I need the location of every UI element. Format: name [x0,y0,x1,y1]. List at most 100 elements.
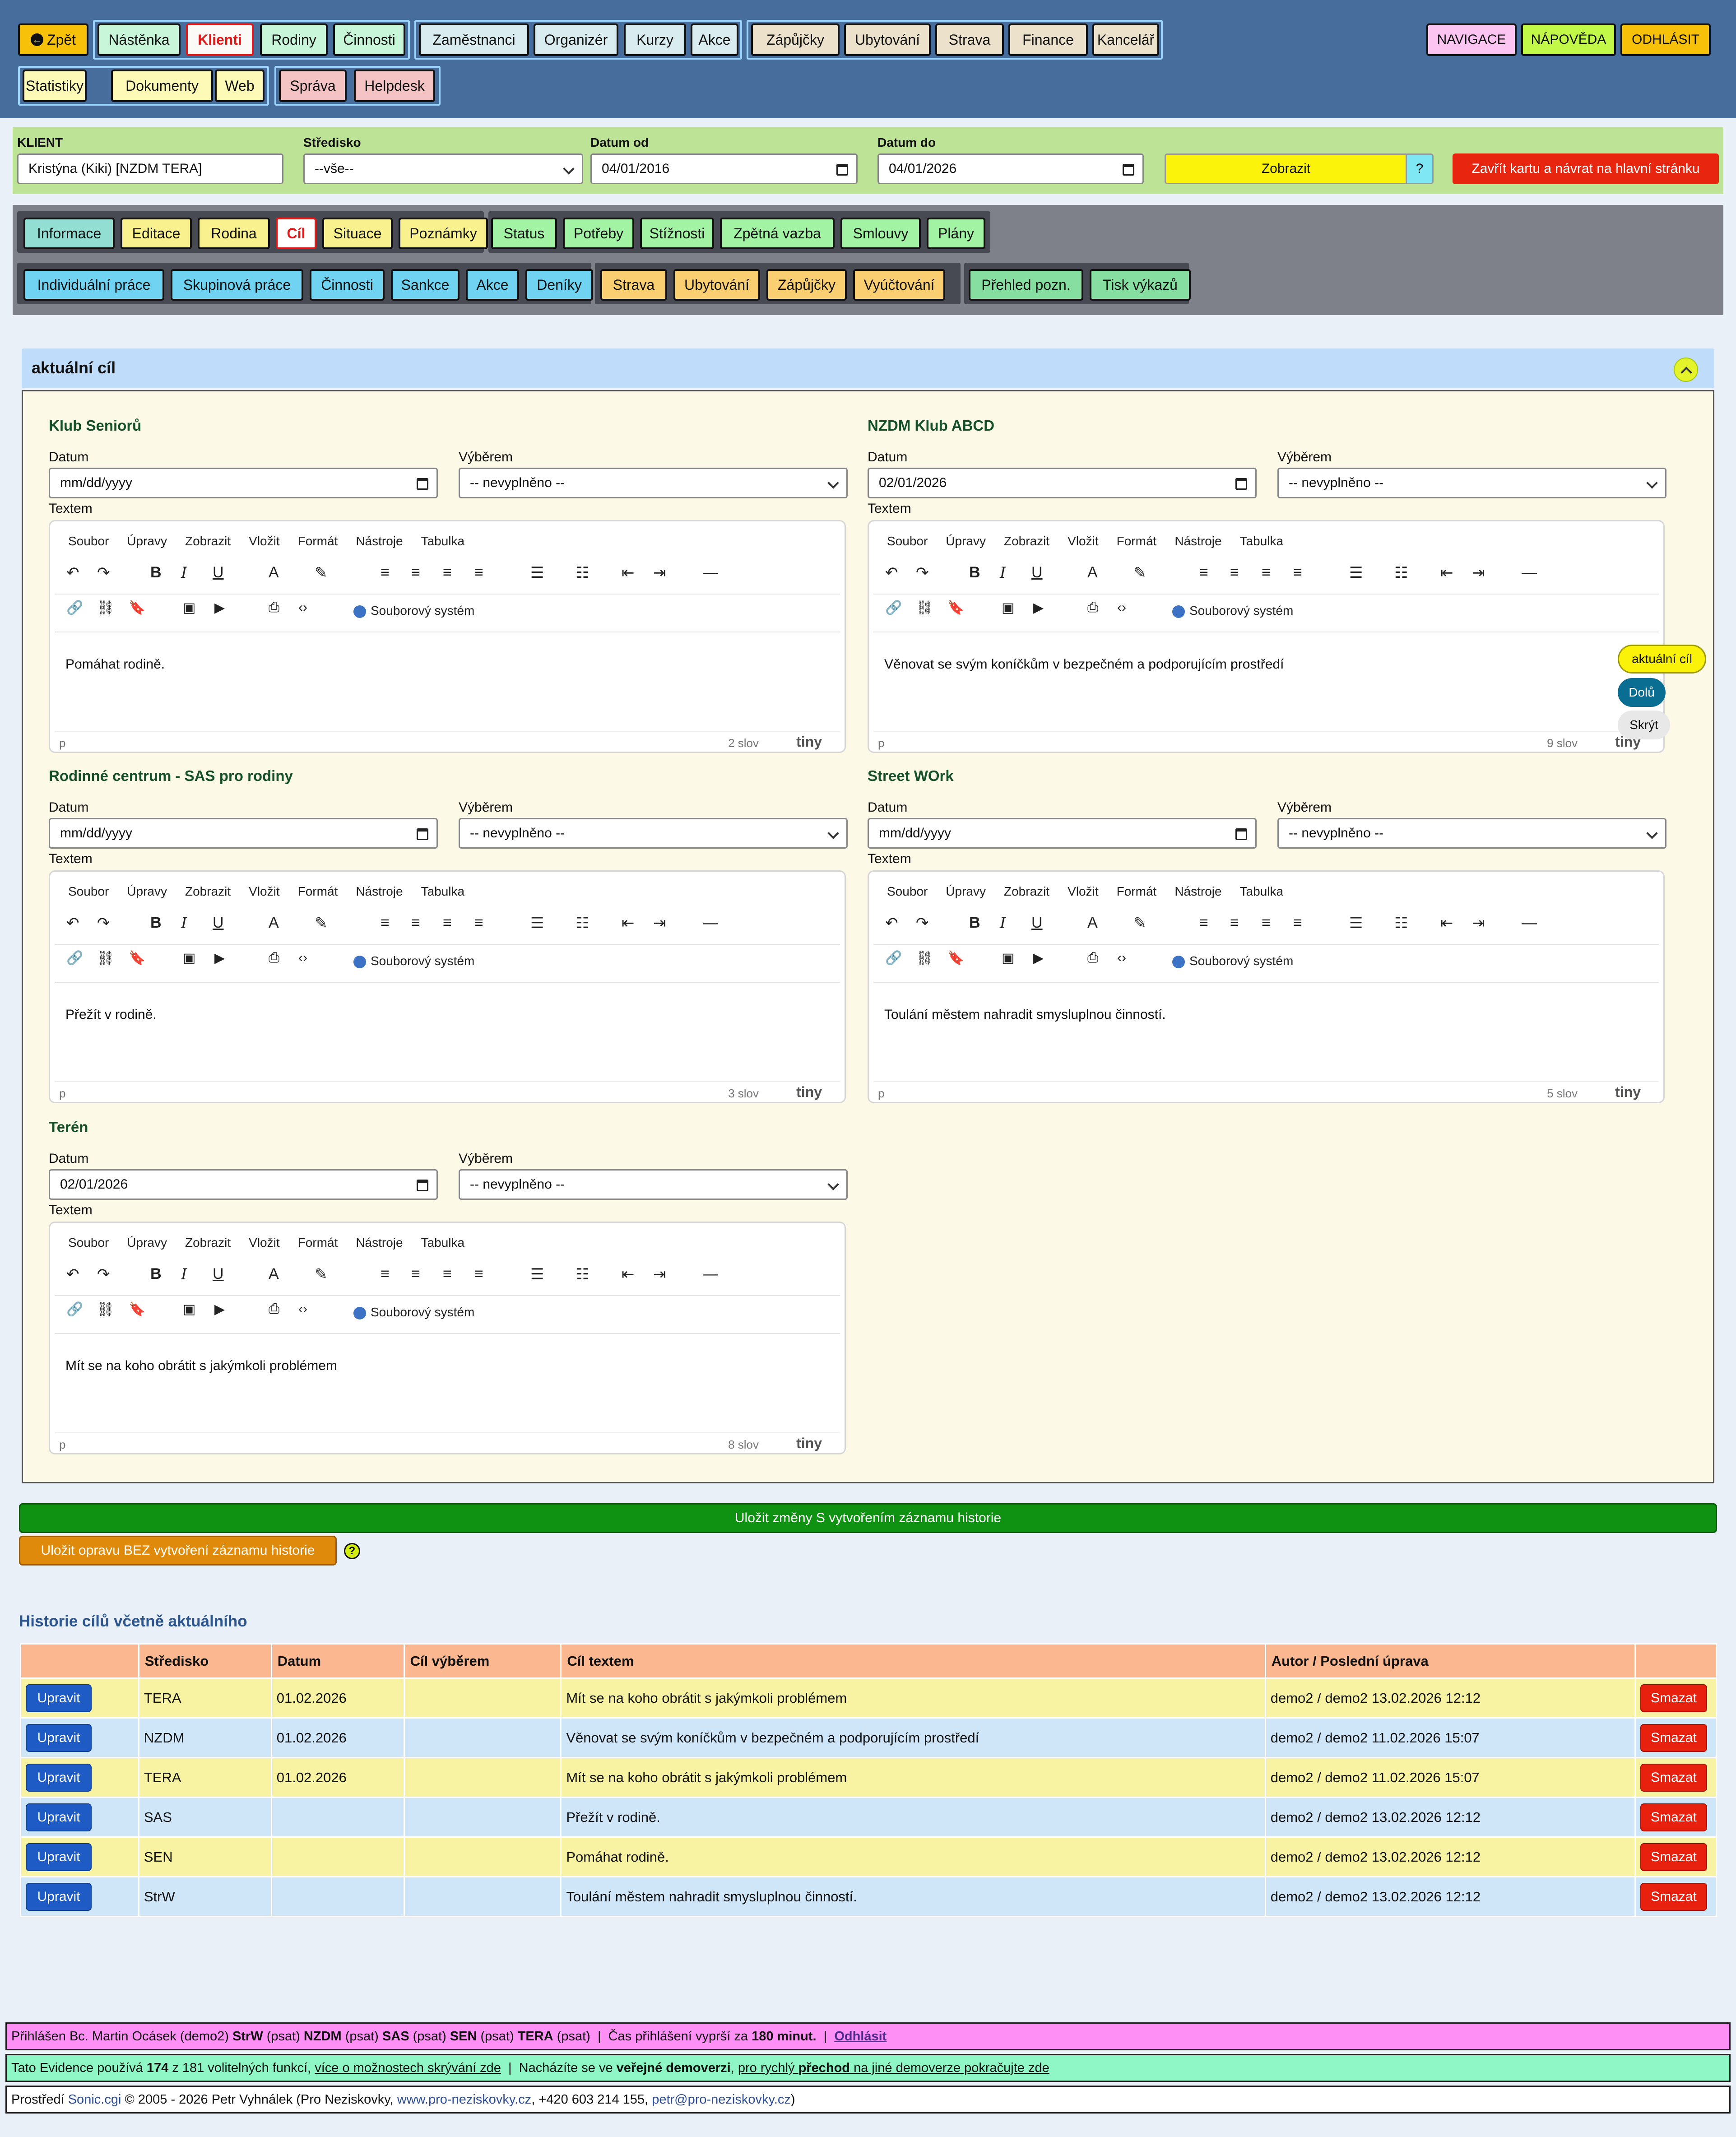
media-icon[interactable]: ▶ [1033,950,1044,966]
nav-web-button[interactable]: Web [215,70,265,102]
menu-vlozit[interactable]: Vložit [249,884,279,898]
bold-icon[interactable]: B [969,914,980,932]
menu-tabulka[interactable]: Tabulka [1240,534,1284,548]
goal-select[interactable]: -- nevyplněno -- [459,1169,848,1200]
menu-tabulka[interactable]: Tabulka [421,534,465,548]
menu-zobrazit[interactable]: Zobrazit [185,1236,231,1250]
redo-icon[interactable]: ↷ [97,564,110,582]
demo-switch-link[interactable]: pro rychlý přechod na jiné demoverze pok… [738,2061,1049,2076]
menu-zobrazit[interactable]: Zobrazit [185,884,231,898]
menu-nastroje[interactable]: Nástroje [1174,534,1221,548]
tab-deniky[interactable]: Deníky [525,269,593,301]
underline-icon[interactable]: U [213,564,224,581]
menu-zobrazit[interactable]: Zobrazit [185,534,231,548]
menu-nastroje[interactable]: Nástroje [356,534,403,548]
tab-prehled-pozn[interactable]: Přehled pozn. [969,269,1083,301]
goal-select[interactable]: -- nevyplněno -- [1277,468,1666,498]
link-icon[interactable]: 🔗 [66,1301,83,1317]
code-icon[interactable]: ‹› [1117,950,1126,966]
editor-content[interactable]: Věnovat se svým koníčkům v bezpečném a p… [884,657,1284,672]
italic-icon[interactable]: I [1000,564,1006,582]
bullet-list-icon[interactable]: ☰ [1349,564,1363,582]
justify-icon[interactable]: ≡ [1293,914,1302,932]
float-current-goal-button[interactable]: aktuální cíl [1618,645,1706,674]
nav-sprava-button[interactable]: Správa [279,70,347,102]
nav-helpdesk-button[interactable]: Helpdesk [354,70,435,102]
horizontal-rule-icon[interactable]: — [1522,564,1537,581]
delete-button[interactable]: Smazat [1640,1684,1707,1712]
tab-cil[interactable]: Cíl [276,218,316,249]
date-input[interactable]: mm/dd/yyyy [49,818,438,849]
unlink-icon[interactable]: ⛓ [97,1301,114,1317]
nav-zapujcky-button[interactable]: Zápůjčky [751,23,840,56]
menu-soubor[interactable]: Soubor [887,884,928,898]
menu-nastroje[interactable]: Nástroje [1174,884,1221,898]
rich-text-editor[interactable]: Soubor Úpravy Zobrazit Vložit Formát Nástroje… [868,870,1665,1103]
nav-strava-button[interactable]: Strava [935,23,1004,56]
redo-icon[interactable]: ↷ [97,914,110,932]
bullet-list-icon[interactable]: ☰ [530,1265,544,1283]
nav-kancelar-button[interactable]: Kancelář [1092,23,1159,56]
align-right-icon[interactable]: ≡ [1262,564,1271,581]
code-icon[interactable]: ‹› [298,600,307,615]
logout-link[interactable]: Odhlásit [834,2029,887,2044]
nav-dokumenty-button[interactable]: Dokumenty [111,70,213,102]
tab-stiznosti[interactable]: Stížnosti [640,218,714,249]
tab-sankce[interactable]: Sankce [391,269,460,301]
link-icon[interactable]: 🔗 [66,950,83,966]
indent-icon[interactable]: ⇥ [1472,564,1485,582]
tab-rodina[interactable]: Rodina [198,218,270,249]
align-left-icon[interactable]: ≡ [381,1265,390,1283]
file-system-button[interactable]: Souborový systém [1172,954,1293,968]
date-input[interactable]: 02/01/2026 [49,1169,438,1200]
link-icon[interactable]: 🔗 [885,950,902,966]
tab-status[interactable]: Status [491,218,557,249]
image-icon[interactable]: ▣ [183,950,195,966]
tab-poznamky[interactable]: Poznámky [399,218,488,249]
nav-rodiny-button[interactable]: Rodiny [260,23,328,56]
indent-icon[interactable]: ⇥ [653,564,666,582]
code-icon[interactable]: ‹› [298,950,307,966]
undo-icon[interactable]: ↶ [66,564,79,582]
horizontal-rule-icon[interactable]: — [703,564,718,581]
justify-icon[interactable]: ≡ [1293,564,1302,581]
editor-content[interactable]: Přežít v rodině. [65,1007,157,1022]
bullet-list-icon[interactable]: ☰ [530,914,544,932]
date-from-input[interactable]: 04/01/2016 [590,153,858,184]
nav-napoveda-button[interactable]: NÁPOVĚDA [1521,23,1616,56]
numbered-list-icon[interactable]: ☷ [576,1265,589,1283]
help-button[interactable]: ? [1406,153,1434,184]
unlink-icon[interactable]: ⛓ [916,600,933,616]
bookmark-icon[interactable]: 🔖 [947,600,964,616]
bold-icon[interactable]: B [150,1265,162,1283]
align-right-icon[interactable]: ≡ [443,564,452,581]
outdent-icon[interactable]: ⇤ [622,1265,635,1283]
editor-content[interactable]: Toulání městem nahradit smysluplnou činn… [884,1007,1166,1022]
justify-icon[interactable]: ≡ [474,564,483,581]
highlight-icon[interactable]: ✎ [315,1265,328,1283]
help-question-icon[interactable]: ? [344,1543,360,1559]
link-icon[interactable]: 🔗 [66,600,83,616]
bold-icon[interactable]: B [150,914,162,932]
tab-skupinova-prace[interactable]: Skupinová práce [171,269,303,301]
nav-akce-button[interactable]: Akce [691,23,738,56]
nav-klienti-button[interactable]: Klienti [186,23,254,56]
menu-upravy[interactable]: Úpravy [127,1236,167,1250]
file-system-button[interactable]: Souborový systém [353,604,474,618]
unlink-icon[interactable]: ⛓ [916,950,933,966]
save-without-history-button[interactable]: Uložit opravu BEZ vytvoření záznamu hist… [19,1536,337,1566]
menu-soubor[interactable]: Soubor [68,534,109,548]
code-icon[interactable]: ‹› [1117,600,1126,615]
underline-icon[interactable]: U [1031,914,1043,932]
underline-icon[interactable]: U [213,1265,224,1283]
outdent-icon[interactable]: ⇤ [622,914,635,932]
menu-format[interactable]: Formát [298,884,338,898]
goal-select[interactable]: -- nevyplněno -- [1277,818,1666,849]
print-icon[interactable]: ⎙ [269,600,279,615]
text-color-icon[interactable]: A [1087,914,1098,932]
undo-icon[interactable]: ↶ [66,914,79,932]
nav-zamestnanci-button[interactable]: Zaměstnanci [419,23,529,56]
italic-icon[interactable]: I [181,1265,187,1283]
delete-button[interactable]: Smazat [1640,1882,1707,1911]
rich-text-editor[interactable]: Soubor Úpravy Zobrazit Vložit Formát Nástroje… [49,1222,846,1454]
